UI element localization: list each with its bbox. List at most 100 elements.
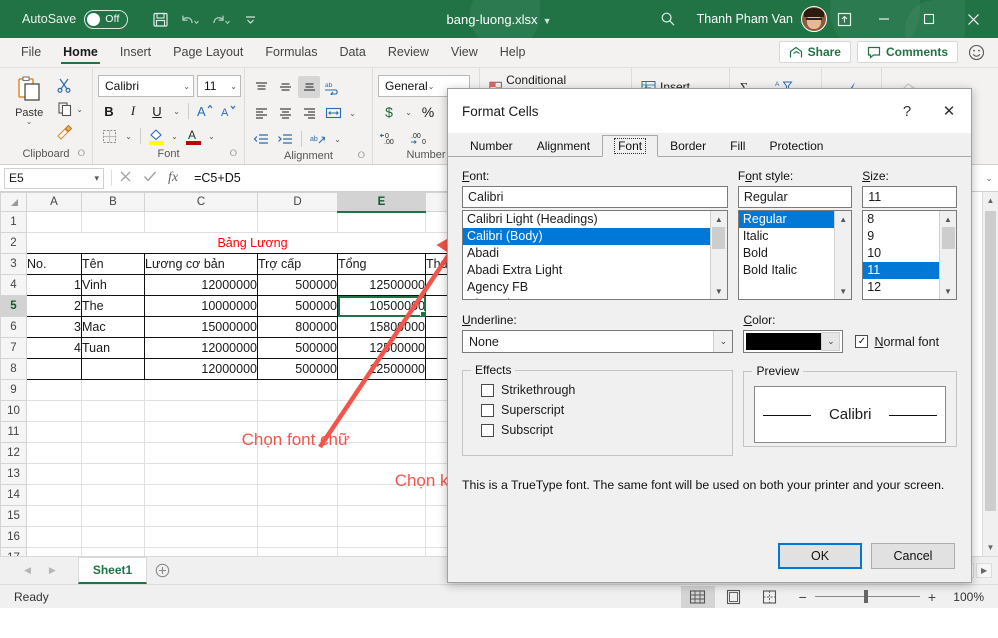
cell-e5-selected[interactable]: 10500000 bbox=[337, 295, 426, 317]
row-header-16[interactable]: 16 bbox=[0, 526, 27, 548]
cell-b11[interactable] bbox=[81, 421, 145, 443]
cell-a16[interactable] bbox=[26, 526, 82, 548]
cell-c7[interactable]: 12000000 bbox=[144, 337, 258, 359]
row-header-2[interactable]: 2 bbox=[0, 232, 27, 254]
cell-e10[interactable] bbox=[337, 400, 426, 422]
font-dialog-launcher[interactable]: ⭘ bbox=[230, 148, 237, 159]
decrease-font-size-button[interactable]: A bbox=[218, 100, 240, 122]
enter-icon[interactable] bbox=[143, 170, 157, 186]
ok-button[interactable]: OK bbox=[778, 543, 862, 569]
insert-function-icon[interactable]: fx bbox=[168, 170, 178, 186]
row-header-9[interactable]: 9 bbox=[0, 379, 27, 401]
cell-e3[interactable]: Tổng bbox=[337, 253, 426, 275]
checkbox[interactable] bbox=[481, 403, 494, 417]
scroll-right-icon[interactable]: ▶ bbox=[976, 563, 993, 578]
tab-review[interactable]: Review bbox=[377, 37, 440, 67]
scroll-up-icon[interactable]: ▲ bbox=[940, 211, 957, 227]
decrease-indent-icon[interactable] bbox=[250, 128, 272, 150]
page-layout-view-icon[interactable] bbox=[717, 586, 751, 608]
scroll-thumb[interactable] bbox=[712, 227, 726, 249]
dialog-tab-fill[interactable]: Fill bbox=[718, 135, 757, 157]
cancel-icon[interactable] bbox=[119, 170, 132, 186]
font-list-scrollbar[interactable]: ▲ ▼ bbox=[709, 211, 727, 299]
font-option-aharoni[interactable]: Aharoni bbox=[463, 296, 710, 299]
select-all-corner[interactable] bbox=[0, 192, 27, 212]
increase-decimal-icon[interactable]: 0.00 bbox=[378, 127, 406, 149]
normal-font-checkbox-row[interactable]: ✓ Normal font bbox=[855, 335, 939, 349]
cell-d6[interactable]: 800000 bbox=[257, 316, 338, 338]
cell-d15[interactable] bbox=[257, 505, 338, 527]
font-style-option-regular[interactable]: Regular bbox=[738, 211, 835, 228]
tab-data[interactable]: Data bbox=[328, 37, 376, 67]
zoom-level[interactable]: 100% bbox=[944, 590, 984, 604]
cell-d17[interactable] bbox=[257, 547, 338, 556]
zoom-in-button[interactable]: + bbox=[928, 589, 936, 605]
cell-c5[interactable]: 10000000 bbox=[144, 295, 258, 317]
clipboard-dialog-launcher[interactable]: ⭘ bbox=[78, 148, 85, 159]
paste-button[interactable]: Paste ⌄ bbox=[5, 71, 53, 126]
scroll-up-icon[interactable]: ▲ bbox=[835, 211, 851, 227]
align-left-icon[interactable] bbox=[250, 102, 272, 124]
row-header-1[interactable]: 1 bbox=[0, 211, 27, 233]
cell-b9[interactable] bbox=[81, 379, 145, 401]
cell-d10[interactable] bbox=[257, 400, 338, 422]
cancel-button[interactable]: Cancel bbox=[871, 543, 955, 569]
font-color-button[interactable]: A bbox=[183, 128, 203, 145]
underline-select[interactable]: None ⌄ bbox=[462, 330, 734, 353]
align-top-icon[interactable] bbox=[250, 76, 272, 98]
cell-d4[interactable]: 500000 bbox=[257, 274, 338, 296]
copy-icon[interactable]: ⌄ bbox=[53, 98, 87, 120]
font-style-listbox[interactable]: Regular Italic Bold Bold Italic ▲ ▼ bbox=[737, 210, 853, 300]
cell-d8[interactable]: 500000 bbox=[257, 358, 338, 380]
dialog-tab-font[interactable]: Font bbox=[602, 135, 659, 157]
cell-c14[interactable] bbox=[144, 484, 258, 506]
align-middle-icon[interactable] bbox=[274, 76, 296, 98]
cell-a7[interactable]: 4 bbox=[26, 337, 82, 359]
merge-cells-icon[interactable] bbox=[322, 102, 344, 124]
tab-insert[interactable]: Insert bbox=[109, 37, 162, 67]
cell-b6[interactable]: Mac bbox=[81, 316, 145, 338]
checkbox[interactable] bbox=[481, 383, 494, 397]
cell-a5[interactable]: 2 bbox=[26, 295, 82, 317]
size-option-11[interactable]: 11 bbox=[863, 262, 939, 279]
cell-a1[interactable] bbox=[26, 211, 82, 233]
size-textbox[interactable]: 11 bbox=[862, 186, 957, 208]
search-icon[interactable] bbox=[651, 4, 685, 34]
cell-e15[interactable] bbox=[337, 505, 426, 527]
chevron-down-icon[interactable]: ⌄ bbox=[76, 105, 83, 114]
zoom-slider-thumb[interactable] bbox=[864, 590, 869, 603]
cell-b10[interactable] bbox=[81, 400, 145, 422]
cell-c16[interactable] bbox=[144, 526, 258, 548]
minimize-button[interactable] bbox=[861, 0, 906, 38]
dialog-tab-border[interactable]: Border bbox=[658, 135, 718, 157]
orientation-dropdown[interactable]: ⌄ bbox=[331, 128, 344, 150]
cell-c4[interactable]: 12000000 bbox=[144, 274, 258, 296]
font-option-calibri-body[interactable]: Calibri (Body) bbox=[463, 228, 710, 245]
chevron-down-icon[interactable]: ⌄ bbox=[428, 82, 435, 91]
increase-indent-icon[interactable] bbox=[274, 128, 296, 150]
cell-b14[interactable] bbox=[81, 484, 145, 506]
chevron-down-icon[interactable]: ⌄ bbox=[183, 82, 190, 91]
row-header-4[interactable]: 4 bbox=[0, 274, 27, 296]
merge-dropdown[interactable]: ⌄ bbox=[346, 102, 359, 124]
maximize-button[interactable] bbox=[906, 0, 951, 38]
scroll-down-icon[interactable]: ▼ bbox=[983, 539, 998, 556]
page-break-view-icon[interactable] bbox=[753, 586, 787, 608]
chevron-down-icon[interactable]: ⌄ bbox=[713, 331, 733, 352]
tab-home[interactable]: Home bbox=[52, 37, 109, 67]
column-header-b[interactable]: B bbox=[81, 192, 145, 212]
font-listbox[interactable]: Calibri Light (Headings) Calibri (Body) … bbox=[462, 210, 728, 300]
zoom-slider[interactable] bbox=[814, 590, 920, 604]
cell-b13[interactable] bbox=[81, 463, 145, 485]
previous-sheet-icon[interactable]: ◀ bbox=[24, 565, 31, 576]
cell-e4[interactable]: 12500000 bbox=[337, 274, 426, 296]
size-listbox[interactable]: 8 9 10 11 12 14 ▲ ▼ bbox=[862, 210, 957, 300]
fill-color-dropdown[interactable]: ⌄ bbox=[168, 125, 181, 147]
cell-b4[interactable]: Vinh bbox=[81, 274, 145, 296]
dialog-tab-number[interactable]: Number bbox=[458, 135, 525, 157]
font-style-option-bold-italic[interactable]: Bold Italic bbox=[739, 262, 834, 279]
font-option-calibri-light[interactable]: Calibri Light (Headings) bbox=[463, 211, 710, 228]
customize-qat-icon[interactable] bbox=[236, 6, 264, 32]
tab-help[interactable]: Help bbox=[489, 37, 537, 67]
font-color-picker[interactable]: ⌄ bbox=[743, 330, 844, 353]
